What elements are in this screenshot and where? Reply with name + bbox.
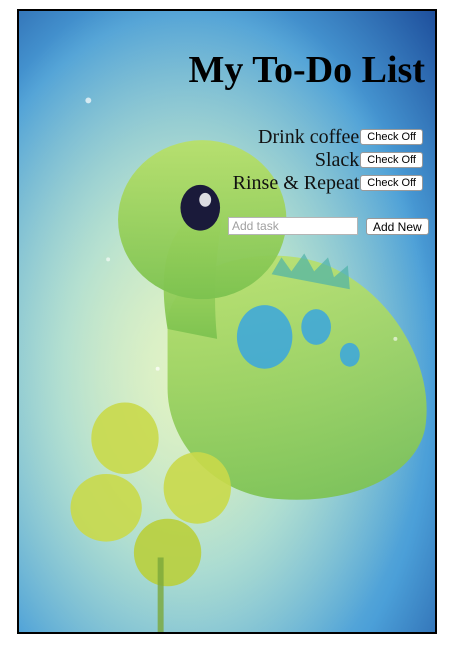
add-new-button[interactable]: Add New xyxy=(366,218,429,235)
check-off-button[interactable]: Check Off xyxy=(360,129,423,145)
todo-app-frame: My To-Do List Drink coffee Check Off Sla… xyxy=(17,9,437,634)
task-item: Drink coffee Check Off xyxy=(258,126,423,148)
task-label: Rinse & Repeat xyxy=(232,172,360,194)
task-item: Rinse & Repeat Check Off xyxy=(233,172,423,194)
add-task-input[interactable] xyxy=(228,217,358,235)
task-label: Slack xyxy=(314,149,360,171)
task-label: Drink coffee xyxy=(258,126,360,148)
task-item: Slack Check Off xyxy=(315,149,423,171)
check-off-button[interactable]: Check Off xyxy=(360,152,423,168)
page-title: My To-Do List xyxy=(188,49,425,91)
todo-content: My To-Do List Drink coffee Check Off Sla… xyxy=(19,11,435,632)
check-off-button[interactable]: Check Off xyxy=(360,175,423,191)
